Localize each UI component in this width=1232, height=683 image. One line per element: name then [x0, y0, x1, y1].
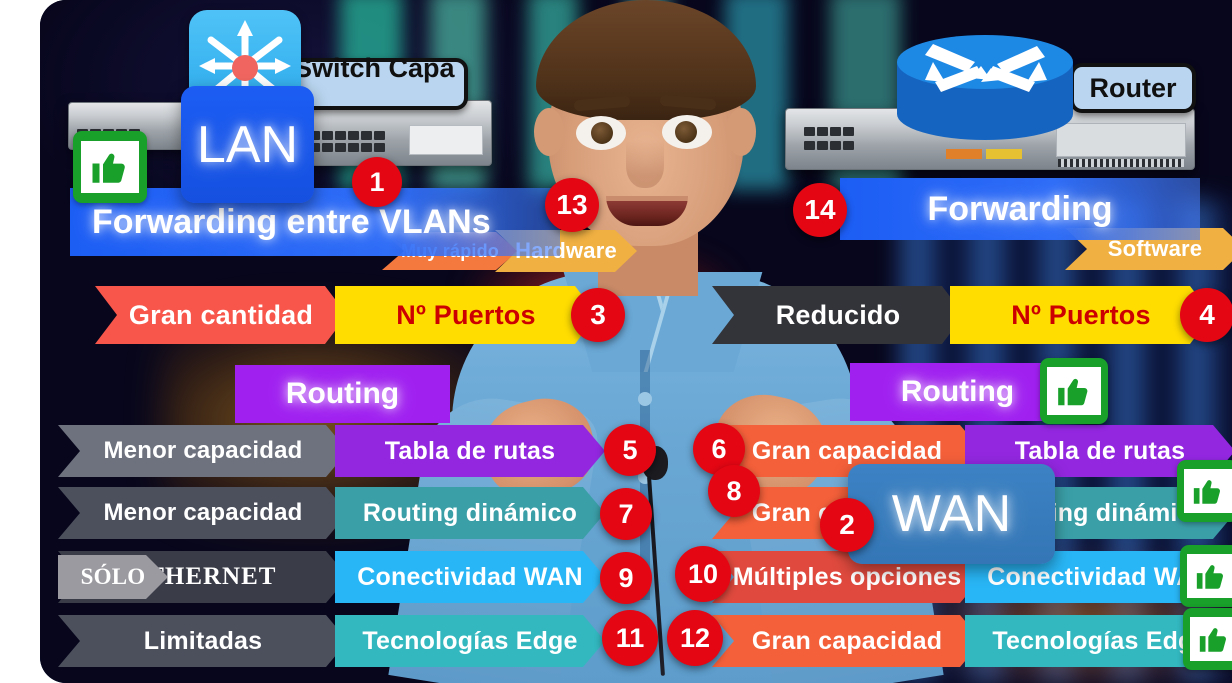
wan-label: WAN [891, 485, 1012, 543]
badge-12-text: 12 [679, 622, 711, 653]
lan-label: LAN [196, 115, 299, 174]
row-2-left-value: Menor capacidad [58, 487, 348, 539]
badge-14[interactable]: 14 [793, 183, 847, 237]
badge-12[interactable]: 12 [667, 610, 723, 666]
badge-2-text: 2 [839, 509, 855, 540]
row-1-left-feature-text: Tabla de rutas [384, 436, 556, 465]
row-3-right-feature-text: Conectividad WAN [987, 562, 1213, 591]
row-1-left-value: Menor capacidad [58, 425, 348, 477]
row-2-left-value-text: Menor capacidad [103, 499, 303, 526]
row-3-right-value-text: Múltiples opciones [732, 562, 962, 591]
row-0-right-value: Reducido [712, 286, 964, 344]
row-4-right-value-text: Gran capacidad [751, 626, 943, 655]
badge-13[interactable]: 13 [545, 178, 599, 232]
row-4-right-feature-text: Tecnologías Edge [992, 626, 1208, 655]
badge-3[interactable]: 3 [571, 288, 625, 342]
right-routing-label: Routing [900, 375, 1015, 408]
slide-canvas: Switch Capa 3 LAN Forwarding entre VLANs… [40, 0, 1232, 683]
thumbs-up-icon-row-3 [1180, 545, 1232, 607]
row-0-right-value-text: Reducido [775, 299, 901, 330]
left-forwarding-text: Forwarding entre VLANs [92, 202, 491, 241]
router-label-pill: Router [1070, 63, 1196, 113]
lan-scope-box: LAN [181, 86, 314, 203]
badge-9[interactable]: 9 [600, 552, 652, 604]
row-4-left-feature: Tecnologías Edge [335, 615, 605, 667]
badge-8[interactable]: 8 [708, 465, 760, 517]
badge-2[interactable]: 2 [820, 498, 874, 552]
thumbs-up-icon-row-2 [1177, 460, 1232, 522]
switch-label-pill: Switch Capa 3 [290, 53, 468, 114]
badge-4[interactable]: 4 [1180, 288, 1232, 342]
row-0-left-feature: Nº Puertos [335, 286, 597, 344]
row-1-left-value-text: Menor capacidad [103, 437, 303, 464]
row-4-left-value: Limitadas [58, 615, 348, 667]
row-0-right-feature: Nº Puertos [950, 286, 1212, 344]
row-1-right-feature-text: Tabla de rutas [1014, 436, 1186, 465]
badge-1[interactable]: 1 [352, 157, 402, 207]
left-routing-label: Routing [285, 377, 400, 410]
badge-7-text: 7 [618, 498, 634, 529]
left-routing-header: Routing [235, 365, 450, 423]
thumbs-up-icon-row-4 [1183, 608, 1232, 670]
badge-10[interactable]: 10 [675, 546, 731, 602]
badge-11[interactable]: 11 [602, 610, 658, 666]
right-routing-header: Routing [850, 363, 1065, 421]
thumbs-up-icon-routing [1040, 358, 1108, 424]
row-3-left-value-prefix: SÓLO [58, 555, 168, 599]
row-0-left-value: Gran cantidad [95, 286, 347, 344]
badge-7[interactable]: 7 [600, 488, 652, 540]
row-4-left-feature-text: Tecnologías Edge [362, 626, 578, 655]
row-1-left-feature: Tabla de rutas [335, 425, 605, 477]
badge-1-text: 1 [369, 166, 385, 197]
row-4-left-value-text: Limitadas [143, 626, 263, 655]
badge-5[interactable]: 5 [604, 424, 656, 476]
router-label-text: Router [1089, 72, 1177, 103]
row-0-right-feature-text: Nº Puertos [1011, 299, 1151, 330]
right-forwarding-banner: Forwarding [840, 178, 1200, 240]
badge-10-text: 10 [687, 558, 719, 589]
row-2-left-feature-text: Routing dinámico [362, 498, 578, 527]
badge-8-text: 8 [726, 475, 742, 506]
row-0-left-feature-text: Nº Puertos [396, 299, 536, 330]
row-3-left-feature: Conectividad WAN [335, 551, 605, 603]
row-3-left-prefix-text: SÓLO [80, 564, 146, 589]
cisco-router-icon [895, 22, 1075, 144]
row-0-left-value-text: Gran cantidad [128, 299, 314, 330]
switch-label-text: Switch Capa 3 [294, 53, 455, 114]
row-1-right-value-text: Gran capacidad [751, 436, 943, 465]
row-3-left-feature-text: Conectividad WAN [357, 562, 583, 591]
badge-6-text: 6 [711, 433, 727, 464]
badge-5-text: 5 [622, 434, 638, 465]
badge-4-text: 4 [1199, 299, 1215, 330]
row-4-right-value: Gran capacidad [712, 615, 982, 667]
badge-9-text: 9 [618, 562, 634, 593]
wan-scope-box: WAN [848, 464, 1055, 564]
right-forwarding-text: Forwarding [927, 189, 1113, 228]
thumbs-up-icon-lan [73, 131, 147, 203]
badge-14-text: 14 [804, 194, 836, 225]
badge-11-text: 11 [615, 622, 645, 653]
badge-13-text: 13 [556, 189, 588, 220]
badge-3-text: 3 [590, 299, 606, 330]
row-2-left-feature: Routing dinámico [335, 487, 605, 539]
